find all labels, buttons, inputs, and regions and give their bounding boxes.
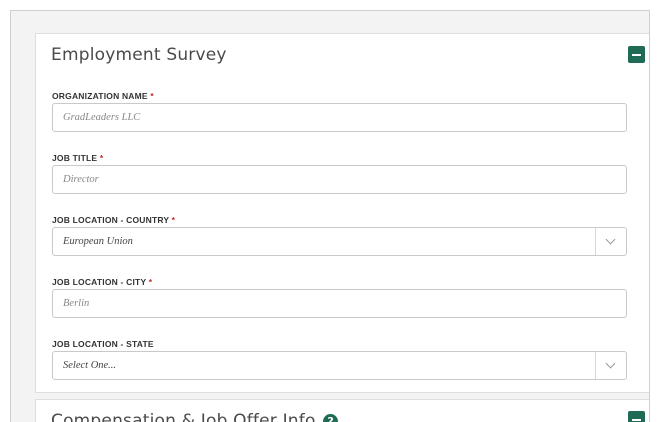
- country-select-value: European Union: [63, 236, 133, 247]
- state-select-value: Select One...: [63, 360, 117, 371]
- city-input[interactable]: Berlin: [52, 289, 627, 318]
- field-label: JOB LOCATION - STATE: [52, 339, 154, 349]
- panel-title: Compensation & Job Offer Info ?: [51, 411, 339, 422]
- field-label: JOB LOCATION - CITY *: [52, 277, 153, 287]
- field-label: JOB TITLE *: [52, 153, 104, 163]
- organization-name-field: ORGANIZATION NAME * GradLeaders LLC: [52, 91, 627, 132]
- job-location-state-field: JOB LOCATION - STATE Select One...: [52, 339, 627, 380]
- collapse-minus-icon[interactable]: [628, 411, 645, 422]
- panel-title: Employment Survey: [51, 45, 227, 65]
- field-label: ORGANIZATION NAME *: [52, 91, 154, 101]
- form-frame: Employment Survey ORGANIZATION NAME * Gr…: [10, 10, 650, 422]
- required-marker: *: [99, 153, 104, 163]
- question-circle-icon[interactable]: ?: [323, 413, 339, 422]
- job-title-field: JOB TITLE * Director: [52, 153, 627, 194]
- chevron-down-icon[interactable]: [595, 352, 626, 379]
- job-title-input[interactable]: Director: [52, 165, 627, 194]
- state-select[interactable]: Select One...: [52, 351, 627, 380]
- country-select[interactable]: European Union: [52, 227, 627, 256]
- job-location-city-field: JOB LOCATION - CITY * Berlin: [52, 277, 627, 318]
- required-marker: *: [148, 277, 153, 287]
- employment-survey-panel: Employment Survey ORGANIZATION NAME * Gr…: [35, 33, 649, 393]
- chevron-down-icon[interactable]: [595, 228, 626, 255]
- job-location-country-field: JOB LOCATION - COUNTRY * European Union: [52, 215, 627, 256]
- compensation-panel: Compensation & Job Offer Info ?: [35, 399, 649, 422]
- required-marker: *: [150, 91, 154, 101]
- field-label: JOB LOCATION - COUNTRY *: [52, 215, 176, 225]
- collapse-minus-icon[interactable]: [628, 46, 645, 63]
- required-marker: *: [171, 215, 176, 225]
- organization-name-input[interactable]: GradLeaders LLC: [52, 103, 627, 132]
